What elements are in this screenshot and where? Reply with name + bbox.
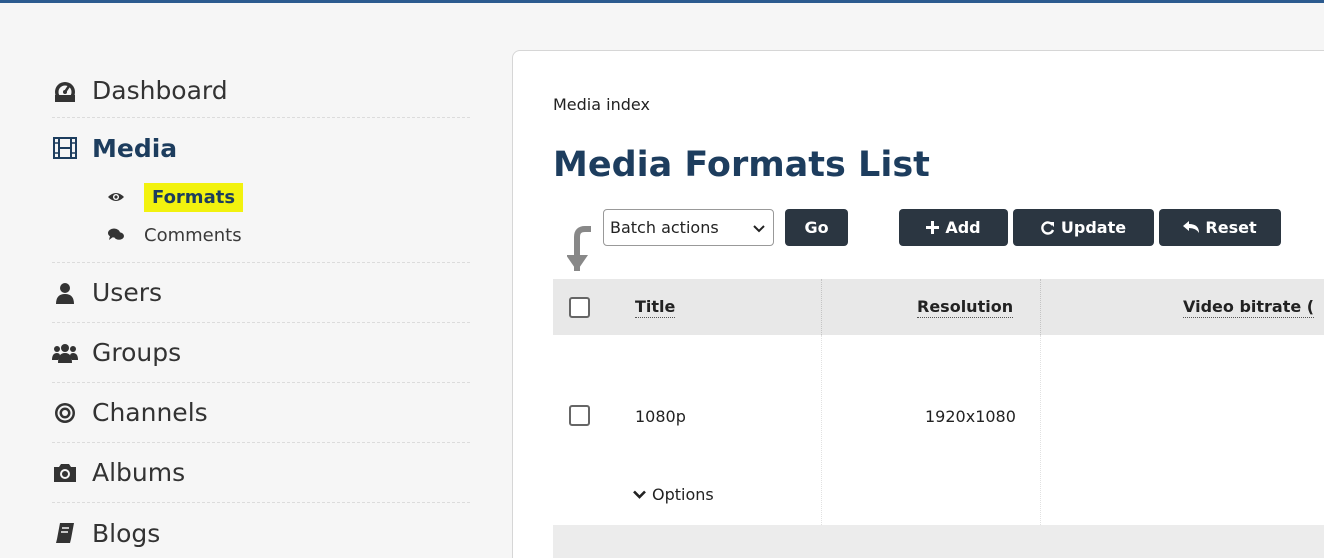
row-checkbox[interactable]	[569, 405, 590, 426]
batch-actions-select[interactable]: Batch actions	[603, 209, 774, 246]
sidebar-item-label: Groups	[92, 338, 182, 367]
row-options-toggle[interactable]: Options	[633, 485, 714, 504]
sidebar-subitem-label: Comments	[144, 224, 242, 246]
column-divider	[1040, 335, 1041, 525]
camera-icon	[52, 460, 78, 486]
sidebar-item-media[interactable]: Media	[52, 118, 470, 178]
table-row	[553, 525, 1324, 558]
go-button-label: Go	[804, 218, 829, 237]
column-resolution-label: Resolution	[917, 296, 1014, 318]
batch-arrow-icon	[566, 225, 593, 277]
sidebar-item-label: Dashboard	[92, 76, 228, 105]
sidebar: Dashboard Media Formats Comments Users G…	[52, 64, 470, 558]
chevron-down-icon	[633, 490, 646, 499]
column-title-header[interactable]: Title	[635, 279, 676, 335]
sidebar-item-channels[interactable]: Channels	[52, 383, 470, 443]
users-group-icon	[52, 340, 78, 366]
sidebar-item-label: Blogs	[92, 518, 161, 548]
film-icon	[52, 135, 78, 161]
sidebar-subitem-label: Formats	[144, 182, 244, 212]
add-button-label: Add	[945, 218, 981, 237]
sidebar-item-dashboard[interactable]: Dashboard	[52, 64, 470, 118]
sidebar-item-label: Media	[92, 133, 178, 163]
bullseye-icon	[52, 400, 78, 426]
reply-arrow-icon	[1183, 221, 1200, 234]
media-formats-table: Title Resolution Video bitrate ( 1080p 1…	[553, 279, 1324, 558]
row-options-label: Options	[652, 485, 714, 504]
sidebar-group-media: Media Formats Comments	[52, 118, 470, 263]
go-button[interactable]: Go	[785, 209, 848, 246]
refresh-icon	[1041, 220, 1055, 235]
sidebar-item-users[interactable]: Users	[52, 263, 470, 323]
plus-icon	[926, 221, 940, 234]
column-video-bitrate-header[interactable]: Video bitrate (	[1183, 279, 1315, 335]
sidebar-item-groups[interactable]: Groups	[52, 323, 470, 383]
breadcrumb[interactable]: Media index	[553, 95, 650, 114]
update-button-label: Update	[1060, 218, 1127, 237]
column-video-bitrate-label: Video bitrate (	[1183, 296, 1315, 318]
book-icon	[52, 520, 78, 546]
top-accent-bar	[0, 0, 1324, 3]
update-button[interactable]: Update	[1013, 209, 1154, 246]
eye-icon	[108, 189, 124, 205]
select-all-checkbox[interactable]	[569, 296, 590, 318]
column-divider	[821, 335, 822, 525]
batch-actions-value: Batch actions	[610, 218, 719, 237]
column-divider	[821, 279, 822, 335]
column-resolution-header[interactable]: Resolution	[917, 279, 1014, 335]
reset-button-label: Reset	[1205, 218, 1257, 237]
table-header-row: Title Resolution Video bitrate (	[553, 279, 1324, 335]
row-resolution: 1920x1080	[925, 407, 1016, 426]
select-all-cell	[569, 279, 590, 335]
add-button[interactable]: Add	[899, 209, 1008, 246]
sidebar-item-label: Albums	[92, 458, 186, 487]
column-divider	[1040, 279, 1041, 335]
dashboard-icon	[52, 78, 78, 104]
sidebar-item-label: Users	[92, 278, 163, 307]
main-panel: Media index Media Formats List Batch act…	[512, 50, 1324, 558]
sidebar-subitem-formats[interactable]: Formats	[52, 178, 470, 216]
column-title-label: Title	[635, 296, 676, 318]
page-title: Media Formats List	[553, 145, 930, 185]
sidebar-subitem-comments[interactable]: Comments	[52, 216, 470, 254]
comments-icon	[108, 227, 124, 243]
table-row: 1080p 1920x1080 Options	[553, 335, 1324, 525]
chevron-down-icon	[753, 218, 765, 237]
sidebar-item-label: Channels	[92, 398, 208, 427]
user-icon	[52, 280, 78, 306]
sidebar-item-albums[interactable]: Albums	[52, 443, 470, 503]
reset-button[interactable]: Reset	[1159, 209, 1281, 246]
sidebar-item-blogs[interactable]: Blogs	[52, 503, 470, 558]
row-title: 1080p	[635, 407, 686, 426]
